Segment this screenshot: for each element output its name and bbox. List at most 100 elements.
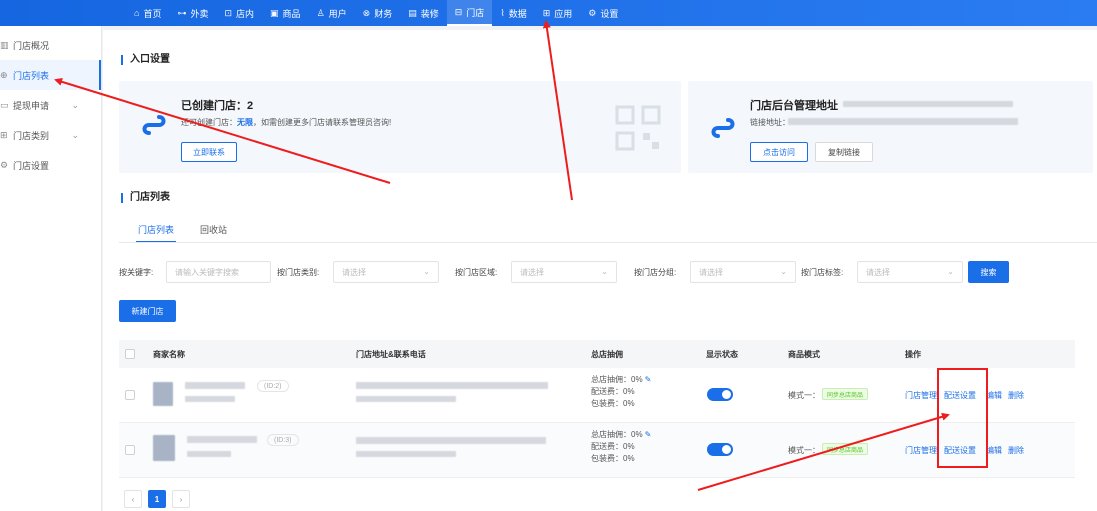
commission-info: 总店抽佣：0% ✎ 配送费：0% 包装费：0%	[591, 374, 651, 410]
row-checkbox[interactable]	[125, 445, 135, 455]
display-status-toggle[interactable]	[707, 443, 733, 456]
nav-user[interactable]: ♙ 用户	[309, 0, 355, 26]
sidebar-item-store-category[interactable]: ⊞ 门店类别 ⌄	[0, 120, 101, 150]
sidebar-item-label: 门店类别	[13, 130, 50, 141]
nav-home[interactable]: ⌂ 首页	[126, 0, 169, 26]
column-address-phone: 门店地址&联系电话	[356, 350, 426, 359]
sidebar-item-label: 提现申请	[13, 100, 50, 111]
blurred-phone	[356, 396, 456, 402]
prev-page-button[interactable]: ‹	[124, 490, 142, 508]
package-fee-line: 包装费：0%	[591, 399, 635, 408]
blurred-store-subtitle	[185, 396, 235, 402]
select-placeholder: 请选择	[520, 267, 544, 277]
blurred-address	[356, 437, 546, 444]
group-label: 按门店分组:	[634, 268, 677, 277]
table-row: (ID:3) 总店抽佣：0% ✎ 配送费：0% 包装费：0% 模式一： 同步总店商…	[119, 423, 1075, 478]
created-stores-card: 已创建门店：2 还可创建门店：无限，如需创建更多门店请联系管理员咨询! 立即联系	[119, 81, 681, 173]
table-row: (ID:2) 总店抽佣：0% ✎ 配送费：0% 包装费：0% 模式一： 同步总店商…	[119, 368, 1075, 423]
top-nav: ⌂ 首页 ⊶ 外卖 ⊡ 店内 ▣ 商品 ♙ 用户 ⊗ 财务 ▤ 装修 ⊟ 门店 ⌇ 数据 ⊞ 应用 …	[126, 0, 626, 26]
nav-label: 装修	[420, 8, 439, 19]
blurred-link-url	[788, 118, 1018, 125]
blurred-address	[356, 382, 548, 389]
sidebar-item-store-list[interactable]: ⊕ 门店列表	[0, 60, 101, 90]
row-checkbox[interactable]	[125, 390, 135, 400]
sidebar-item-store-overview[interactable]: ▥ 门店概况	[0, 30, 101, 60]
blurred-hint-text	[843, 101, 1013, 107]
delivery-fee-line: 配送费：0%	[591, 387, 635, 396]
nav-settings[interactable]: ⚙ 设置	[580, 0, 626, 26]
area-label: 按门店区域:	[455, 268, 498, 277]
delete-link[interactable]: 删除	[1008, 390, 1024, 401]
tab-recycle-bin[interactable]: 回收站	[198, 223, 229, 243]
nav-data[interactable]: ⌇ 数据	[492, 0, 534, 26]
chevron-down-icon: ⌄	[780, 267, 787, 276]
goods-icon: ▣	[270, 7, 279, 18]
tag-label: 按门店标签:	[801, 268, 844, 277]
display-status-toggle[interactable]	[707, 388, 733, 401]
nav-finance[interactable]: ⊗ 财务	[355, 0, 401, 26]
new-store-button[interactable]: 新建门店	[119, 300, 176, 322]
blurred-phone	[356, 451, 456, 457]
blurred-store-subtitle	[187, 451, 231, 457]
delete-link[interactable]: 删除	[1008, 445, 1024, 456]
sync-goods-tag: 同步总店商品	[822, 443, 869, 455]
nav-dine-in[interactable]: ⊡ 店内	[216, 0, 262, 26]
sidebar-item-store-settings[interactable]: ⚙ 门店设置	[0, 150, 101, 180]
group-select[interactable]: 请选择 ⌄	[690, 261, 796, 283]
create-limit-value: 无限	[237, 118, 253, 127]
annotation-highlight-box	[937, 368, 988, 468]
brand-logo-icon	[711, 118, 735, 138]
edit-link[interactable]: 编辑	[986, 445, 1002, 456]
contact-now-button[interactable]: 立即联系	[181, 142, 237, 162]
category-select[interactable]: 请选择 ⌄	[333, 261, 439, 283]
top-navigation-bar: ⌂ 首页 ⊶ 外卖 ⊡ 店内 ▣ 商品 ♙ 用户 ⊗ 财务 ▤ 装修 ⊟ 门店 ⌇ 数据 ⊞ 应用 …	[0, 0, 1097, 26]
sidebar-item-label: 门店概况	[13, 40, 50, 51]
commission-text: 总店抽佣：0%	[591, 375, 643, 384]
decorate-icon: ▤	[408, 7, 417, 18]
store-avatar	[153, 435, 175, 461]
copy-link-button[interactable]: 复制链接	[815, 142, 873, 162]
link-address-label: 链接地址：	[750, 118, 790, 127]
column-display-status: 显示状态	[706, 350, 738, 359]
column-actions: 操作	[905, 350, 921, 359]
edit-icon[interactable]: ✎	[645, 430, 652, 439]
area-select[interactable]: 请选择 ⌄	[511, 261, 617, 283]
gear-icon: ⚙	[0, 159, 9, 170]
nav-label: 财务	[374, 8, 393, 19]
edit-link[interactable]: 编辑	[986, 390, 1002, 401]
chevron-down-icon: ⌄	[601, 267, 608, 276]
store-manage-link[interactable]: 门店管理	[905, 390, 937, 401]
sidebar: ▥ 门店概况 ⊕ 门店列表 ▭ 提现申请 ⌄ ⊞ 门店类别 ⌄ ⚙ 门店设置	[0, 26, 102, 511]
search-button[interactable]: 搜索	[968, 261, 1009, 283]
select-placeholder: 请选择	[342, 267, 366, 277]
nav-label: 商品	[282, 8, 301, 19]
user-icon: ♙	[316, 7, 325, 18]
tab-store-list[interactable]: 门店列表	[136, 223, 177, 243]
store-id-tag: (ID:2)	[257, 380, 289, 392]
store-manage-link[interactable]: 门店管理	[905, 445, 937, 456]
commission-info: 总店抽佣：0% ✎ 配送费：0% 包装费：0%	[591, 429, 651, 465]
sidebar-item-label: 门店设置	[13, 160, 50, 171]
visit-link-button[interactable]: 点击访问	[750, 142, 808, 162]
nav-store[interactable]: ⊟ 门店	[446, 0, 493, 26]
page-1-button[interactable]: 1	[148, 490, 166, 508]
goods-mode-text: 模式一：	[788, 446, 820, 455]
nav-apps[interactable]: ⊞ 应用	[535, 0, 581, 26]
finance-icon: ⊗	[362, 7, 371, 18]
nav-goods[interactable]: ▣ 商品	[262, 0, 309, 26]
tag-select[interactable]: 请选择 ⌄	[857, 261, 963, 283]
nav-delivery[interactable]: ⊶ 外卖	[169, 0, 216, 26]
sidebar-item-withdraw[interactable]: ▭ 提现申请 ⌄	[0, 90, 101, 120]
settings-icon: ⚙	[588, 7, 597, 18]
edit-icon[interactable]: ✎	[645, 375, 652, 384]
goods-mode-text: 模式一：	[788, 391, 820, 400]
delivery-fee-line: 配送费：0%	[591, 442, 635, 451]
nav-decorate[interactable]: ▤ 装修	[400, 0, 447, 26]
keyword-search-input[interactable]: 请输入关键字搜索	[166, 261, 271, 283]
create-limit-text: 还可创建门店：无限，如需创建更多门店请联系管理员咨询!	[181, 117, 391, 128]
next-page-button[interactable]: ›	[172, 490, 190, 508]
select-all-checkbox[interactable]	[125, 349, 135, 359]
nav-label: 门店	[466, 7, 485, 18]
select-placeholder: 请选择	[699, 267, 723, 277]
overview-icon: ▥	[0, 39, 9, 50]
